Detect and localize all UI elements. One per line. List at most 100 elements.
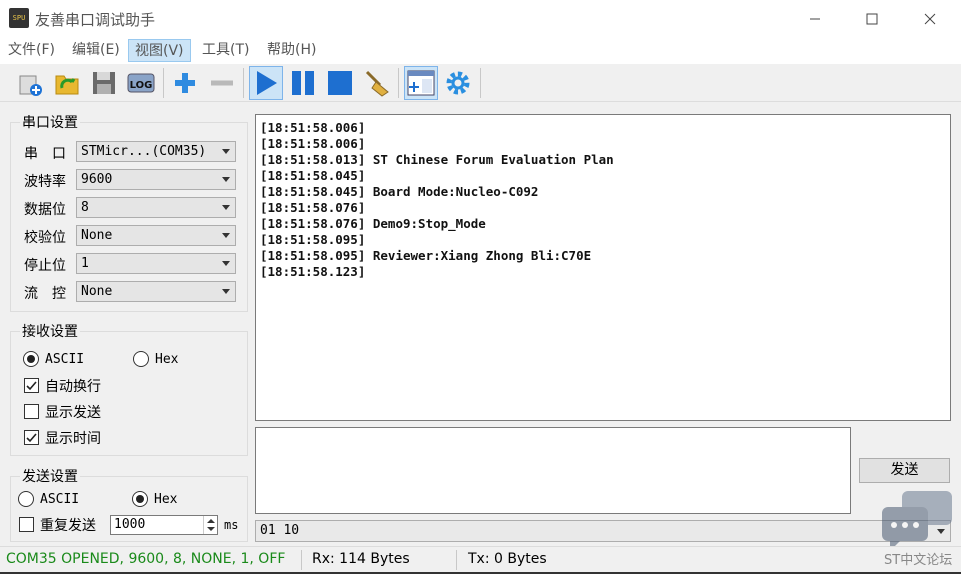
spinner-arrows-icon: [207, 519, 215, 531]
settings-button[interactable]: [441, 66, 475, 100]
parity-select[interactable]: None: [76, 225, 236, 246]
repeat-send-checkbox[interactable]: [19, 517, 34, 532]
close-icon: [924, 13, 936, 24]
toolbar-separator: [163, 68, 164, 98]
show-send-label: 显示发送: [45, 405, 101, 421]
stop-icon: [328, 71, 352, 95]
rx-line: [18:51:58.006]: [260, 136, 366, 151]
save-button[interactable]: [87, 66, 121, 100]
minimize-button[interactable]: [786, 0, 844, 37]
baud-label: 波特率: [24, 174, 66, 190]
close-button[interactable]: [901, 0, 959, 37]
rx-line: [18:51:58.045] Board Mode:Nucleo-C092: [260, 184, 539, 199]
flow-select[interactable]: None: [76, 281, 236, 302]
interval-input[interactable]: 1000: [110, 515, 218, 535]
rx-line: [18:51:58.095] Reviewer:Xiang Zhong Bli:…: [260, 248, 592, 263]
send-ascii-radio[interactable]: [18, 491, 34, 507]
stopbits-select[interactable]: 1: [76, 253, 236, 274]
toolbar-separator: [398, 68, 399, 98]
settings-icon: [446, 71, 470, 95]
log-button[interactable]: LOG: [124, 66, 158, 100]
databits-value: 8: [81, 200, 89, 215]
status-bar: COM35 OPENED, 9600, 8, NONE, 1, OFF Rx: …: [0, 546, 961, 572]
databits-select[interactable]: 8: [76, 197, 236, 218]
play-button[interactable]: [249, 66, 283, 100]
app-icon: SPU: [9, 8, 29, 28]
port-value: STMicr...(COM35): [81, 144, 207, 159]
databits-label: 数据位: [24, 202, 66, 218]
flow-value: None: [81, 284, 113, 299]
save-icon: [93, 72, 115, 94]
menu-edit[interactable]: 编辑(E): [66, 39, 126, 62]
chevron-down-icon: [222, 289, 230, 294]
send-ascii-label: ASCII: [40, 492, 80, 507]
play-icon: [257, 71, 277, 95]
menu-help[interactable]: 帮助(H): [261, 39, 322, 62]
menu-bar: 文件(F) 编辑(E) 视图(V) 工具(T) 帮助(H): [0, 37, 961, 64]
remove-button[interactable]: [205, 66, 239, 100]
interval-spinner[interactable]: [203, 516, 217, 534]
send-button[interactable]: 发送: [859, 458, 950, 483]
receive-hex-radio[interactable]: [133, 351, 149, 367]
add-icon: [175, 73, 195, 93]
repeat-send-label: 重复发送: [40, 518, 96, 534]
open-button[interactable]: [50, 66, 84, 100]
new-icon: [19, 75, 42, 96]
rx-line: [18:51:58.076]: [260, 200, 366, 215]
send-history-value: 01 10: [260, 523, 300, 538]
rx-line: [18:51:58.076] Demo9:Stop_Mode: [260, 216, 486, 231]
log-icon: LOG: [127, 73, 155, 93]
parity-label: 校验位: [24, 230, 66, 246]
menu-tools[interactable]: 工具(T): [196, 39, 255, 62]
port-select[interactable]: STMicr...(COM35): [76, 141, 236, 162]
pause-icon: [292, 71, 314, 95]
port-label: 串 口: [24, 146, 66, 162]
rx-count: Rx: 114 Bytes: [312, 551, 410, 567]
parity-value: None: [81, 228, 113, 243]
toolbar: LOG: [0, 64, 961, 102]
status-divider: [301, 550, 302, 570]
clear-button[interactable]: [360, 66, 394, 100]
receive-hex-label: Hex: [155, 352, 179, 367]
send-hex-radio[interactable]: [132, 491, 148, 507]
remove-icon: [211, 80, 233, 86]
send-history-select[interactable]: 01 10: [255, 520, 951, 542]
send-text-area[interactable]: [255, 427, 851, 514]
rx-line: [18:51:58.123]: [260, 264, 366, 279]
toolbar-separator: [480, 68, 481, 98]
add-button[interactable]: [168, 66, 202, 100]
stop-button[interactable]: [323, 66, 357, 100]
minimize-icon: [810, 18, 820, 19]
receive-ascii-label: ASCII: [45, 352, 85, 367]
rx-line: [18:51:58.095]: [260, 232, 366, 247]
receive-text-area[interactable]: [18:51:58.006] [18:51:58.006] [18:51:58.…: [255, 114, 951, 421]
send-settings-title: 发送设置: [20, 466, 80, 486]
receive-ascii-radio[interactable]: [23, 351, 39, 367]
clear-icon: [365, 70, 389, 97]
svg-text:LOG: LOG: [130, 80, 153, 91]
rx-line: [18:51:58.013] ST Chinese Forum Evaluati…: [260, 152, 614, 167]
chevron-down-icon: [222, 149, 230, 154]
baud-select[interactable]: 9600: [76, 169, 236, 190]
send-hex-label: Hex: [154, 492, 178, 507]
window-title: 友善串口调试助手: [35, 11, 156, 29]
show-send-checkbox[interactable]: [24, 404, 39, 419]
auto-wrap-checkbox[interactable]: [24, 378, 39, 393]
new-button[interactable]: [14, 66, 48, 100]
rx-line: [18:51:58.006]: [260, 120, 366, 135]
open-icon: [55, 75, 79, 95]
connection-status: COM35 OPENED, 9600, 8, NONE, 1, OFF: [6, 551, 286, 567]
status-divider: [456, 550, 457, 570]
title-bar: SPU 友善串口调试助手: [0, 0, 961, 37]
checkmark-icon: [26, 381, 37, 391]
pause-button[interactable]: [286, 66, 320, 100]
menu-view[interactable]: 视图(V): [128, 39, 191, 62]
layout-button[interactable]: [404, 66, 438, 100]
show-time-checkbox[interactable]: [24, 430, 39, 445]
maximize-button[interactable]: [843, 0, 901, 37]
menu-file[interactable]: 文件(F): [2, 39, 61, 62]
chevron-down-icon: [222, 261, 230, 266]
chevron-down-icon: [222, 177, 230, 182]
stopbits-label: 停止位: [24, 258, 66, 274]
baud-value: 9600: [81, 172, 113, 187]
